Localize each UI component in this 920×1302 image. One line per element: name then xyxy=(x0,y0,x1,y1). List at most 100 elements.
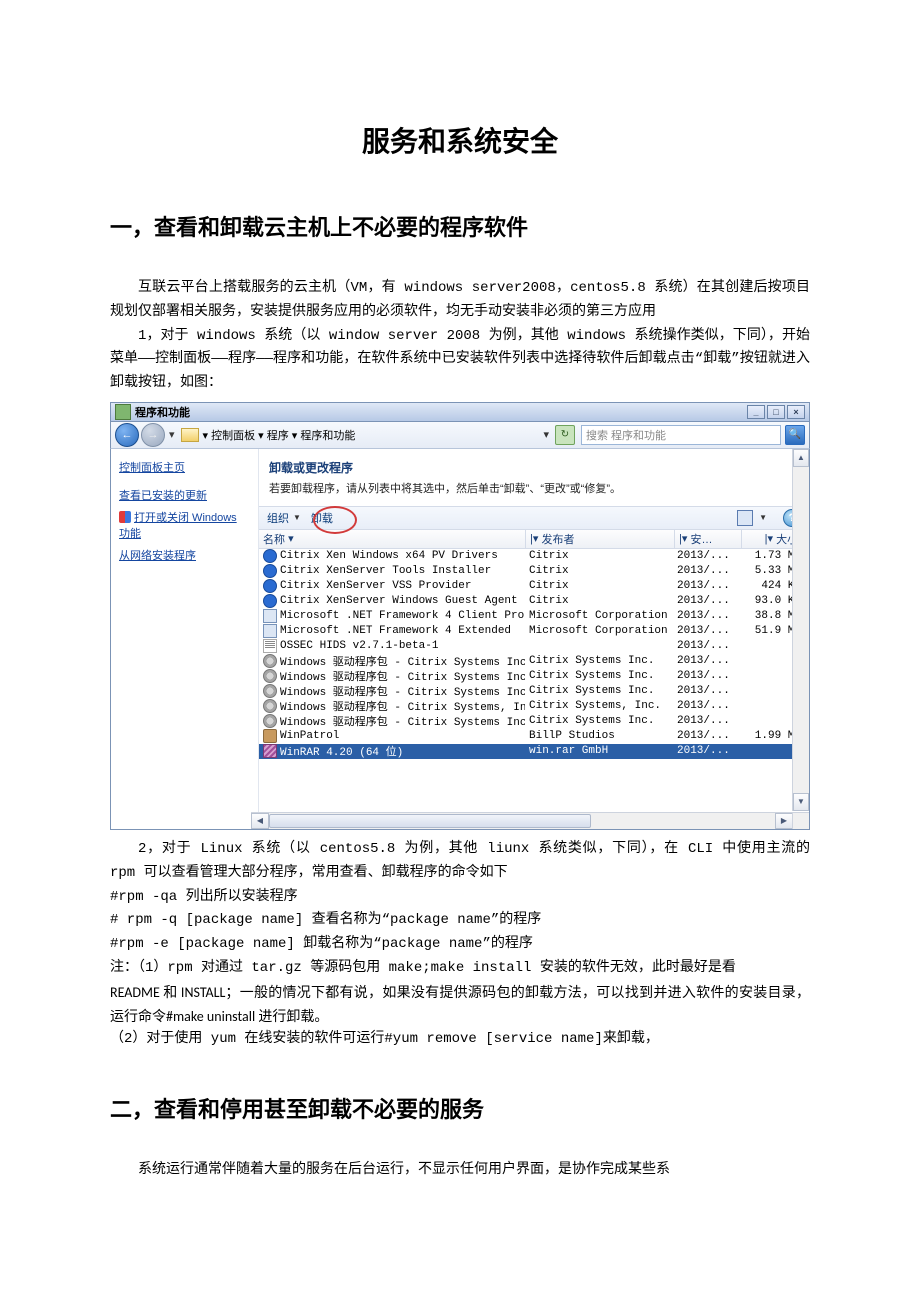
control-panel-home-link[interactable]: 控制面板主页 xyxy=(119,459,250,475)
breadcrumb-dropdown[interactable]: ▾ xyxy=(543,428,549,441)
app-publisher: BillP Studios xyxy=(525,730,673,742)
app-name: Citrix XenServer Windows Guest Agent xyxy=(280,595,518,607)
table-row[interactable]: Microsoft .NET Framework 4 Extended Micro… xyxy=(259,624,809,639)
organize-dropdown-icon[interactable]: ▼ xyxy=(293,513,301,522)
refresh-button[interactable]: ↻ xyxy=(555,425,575,445)
app-installed: 2013/... xyxy=(673,610,739,622)
app-row-icon xyxy=(263,744,277,758)
window-titlebar: 程序和功能 _ □ × xyxy=(110,402,810,422)
chevron-down-icon: ▾ xyxy=(288,532,294,545)
table-row[interactable]: Windows 驱动程序包 - Citrix Systems Inc. (xen… xyxy=(259,669,809,684)
uninstall-button[interactable]: 卸载 xyxy=(311,510,333,526)
app-publisher: win.rar GmbH xyxy=(525,745,673,757)
app-name: Windows 驱动程序包 - Citrix Systems Inc. (xen… xyxy=(280,653,525,669)
table-row[interactable]: Citrix Xen Windows x64 PV DriversCitrix2… xyxy=(259,549,809,564)
back-button[interactable]: ← xyxy=(115,423,139,447)
vertical-scrollbar[interactable]: ▲ ▼ xyxy=(792,449,809,811)
table-row[interactable]: Windows 驱动程序包 - Citrix Systems Inc. (xen… xyxy=(259,714,809,729)
search-input[interactable]: 搜索 程序和功能 xyxy=(581,425,781,445)
app-name: OSSEC HIDS v2.7.1-beta-1 xyxy=(280,640,438,652)
col-name[interactable]: 名称 ▾ xyxy=(259,530,526,548)
app-row-icon xyxy=(263,729,277,743)
app-name: WinPatrol xyxy=(280,730,339,742)
breadcrumb[interactable]: ▾ 控制面板 ▾ 程序 ▾ 程序和功能 xyxy=(203,427,356,443)
view-updates-link[interactable]: 查看已安装的更新 xyxy=(119,487,250,503)
windows-features-link[interactable]: 打开或关闭 Windows 功能 xyxy=(119,509,250,541)
scroll-up-button[interactable]: ▲ xyxy=(793,449,809,467)
app-row-icon xyxy=(263,579,277,593)
scroll-down-button[interactable]: ▼ xyxy=(793,793,809,811)
maximize-button[interactable]: □ xyxy=(767,405,785,419)
app-name: Windows 驱动程序包 - Citrix Systems Inc. (xen… xyxy=(280,713,525,729)
scroll-right-button[interactable]: ▶ xyxy=(775,813,793,829)
app-row-icon xyxy=(263,609,277,623)
col-installed[interactable]: |▾ 安… xyxy=(675,530,742,548)
app-installed: 2013/... xyxy=(673,670,739,682)
app-installed: 2013/... xyxy=(673,640,739,652)
section2-heading: 二，查看和停用甚至卸载不必要的服务 xyxy=(110,1092,810,1124)
section2-p1: 系统运行通常伴随着大量的服务在后台运行，不显示任何用户界面，是协作完成某些系 xyxy=(110,1159,810,1183)
minimize-button[interactable]: _ xyxy=(747,405,765,419)
sep-icon: |▾ xyxy=(679,532,687,545)
search-placeholder: 搜索 程序和功能 xyxy=(586,427,666,443)
table-row[interactable]: Citrix XenServer Windows Guest AgentCitr… xyxy=(259,594,809,609)
app-publisher: Citrix Systems Inc. xyxy=(525,670,673,682)
sep-icon: |▾ xyxy=(530,532,538,545)
app-name: Windows 驱动程序包 - Citrix Systems, Inc. (xe… xyxy=(280,698,525,714)
app-publisher: Citrix xyxy=(525,580,673,592)
windows-features-label: 打开或关闭 Windows 功能 xyxy=(119,512,237,540)
app-publisher: Microsoft Corporation xyxy=(525,610,673,622)
table-row[interactable]: Windows 驱动程序包 - Citrix Systems Inc. (xen… xyxy=(259,684,809,699)
cmd1: #rpm -qa 列出所以安装程序 xyxy=(110,886,810,910)
app-row-icon xyxy=(263,564,277,578)
app-publisher: Citrix xyxy=(525,550,673,562)
left-panel: 控制面板主页 查看已安装的更新 打开或关闭 Windows 功能 从网络安装程序 xyxy=(111,449,259,829)
shield-icon xyxy=(119,511,131,523)
table-row[interactable]: WinRAR 4.20 (64 位)win.rar GmbH2013/... xyxy=(259,744,809,759)
app-installed: 2013/... xyxy=(673,685,739,697)
horizontal-scrollbar[interactable]: ◀ ▶ xyxy=(251,812,793,829)
forward-button[interactable]: → xyxy=(141,423,165,447)
table-row[interactable]: WinPatrolBillP Studios2013/...1.99 MB xyxy=(259,729,809,744)
app-row-icon xyxy=(263,699,277,713)
table-row[interactable]: Windows 驱动程序包 - Citrix Systems Inc. (xen… xyxy=(259,654,809,669)
view-icon[interactable] xyxy=(737,510,753,526)
scroll-left-button[interactable]: ◀ xyxy=(251,813,269,829)
app-installed: 2013/... xyxy=(673,730,739,742)
table-row[interactable]: OSSEC HIDS v2.7.1-beta-1 2013/... xyxy=(259,639,809,654)
close-button[interactable]: × xyxy=(787,405,805,419)
col-publisher[interactable]: |▾ 发布者 xyxy=(526,530,675,548)
scroll-thumb[interactable] xyxy=(269,814,591,828)
table-row[interactable]: Citrix XenServer Tools Installer Citrix20… xyxy=(259,564,809,579)
app-name: WinRAR 4.20 (64 位) xyxy=(280,743,403,759)
app-name: Microsoft .NET Framework 4 Client Profil… xyxy=(280,610,525,622)
view-dropdown-icon[interactable]: ▼ xyxy=(759,513,767,522)
section1-p2: 1，对于 windows 系统（以 window server 2008 为例，… xyxy=(110,325,810,396)
search-go-button[interactable]: 🔍 xyxy=(785,425,805,445)
app-row-icon xyxy=(263,549,277,563)
app-publisher: Citrix xyxy=(525,565,673,577)
table-row[interactable]: Citrix XenServer VSS ProviderCitrix2013/… xyxy=(259,579,809,594)
install-from-network-link[interactable]: 从网络安装程序 xyxy=(119,547,250,563)
app-installed: 2013/... xyxy=(673,625,739,637)
app-name: Citrix Xen Windows x64 PV Drivers xyxy=(280,550,498,562)
window-title-text: 程序和功能 xyxy=(135,404,190,420)
app-name: Citrix XenServer Tools Installer xyxy=(280,565,491,577)
note1b: README 和 INSTALL；一般的情况下都有说，如果没有提供源码包的卸载方… xyxy=(110,981,810,1029)
organize-button[interactable]: 组织 xyxy=(267,510,289,526)
app-publisher: Microsoft Corporation xyxy=(525,625,673,637)
nav-history-dropdown[interactable]: ▾ xyxy=(169,428,175,441)
cmd3: #rpm -e [package name] 卸载名称为“package nam… xyxy=(110,933,810,957)
panel-subtitle: 若要卸载程序，请从列表中将其选中，然后单击“卸载”、“更改”或“修复”。 xyxy=(259,478,809,506)
app-row-icon xyxy=(263,684,277,698)
app-publisher: Citrix Systems, Inc. xyxy=(525,700,673,712)
table-row[interactable]: Windows 驱动程序包 - Citrix Systems, Inc. (xe… xyxy=(259,699,809,714)
section1-p1: 互联云平台上搭载服务的云主机（VM，有 windows server2008，c… xyxy=(110,277,810,325)
programs-features-window: 程序和功能 _ □ × ← → ▾ ▾ 控制面板 ▾ 程序 ▾ 程序和功能 ▾ … xyxy=(110,402,810,830)
section1-p3: 2，对于 Linux 系统（以 centos5.8 为例，其他 liunx 系统… xyxy=(110,838,810,886)
app-installed: 2013/... xyxy=(673,565,739,577)
table-row[interactable]: Microsoft .NET Framework 4 Client Profil… xyxy=(259,609,809,624)
app-name: Microsoft .NET Framework 4 Extended xyxy=(280,625,511,637)
app-row-icon xyxy=(263,594,277,608)
panel-title: 卸载或更改程序 xyxy=(259,457,809,478)
